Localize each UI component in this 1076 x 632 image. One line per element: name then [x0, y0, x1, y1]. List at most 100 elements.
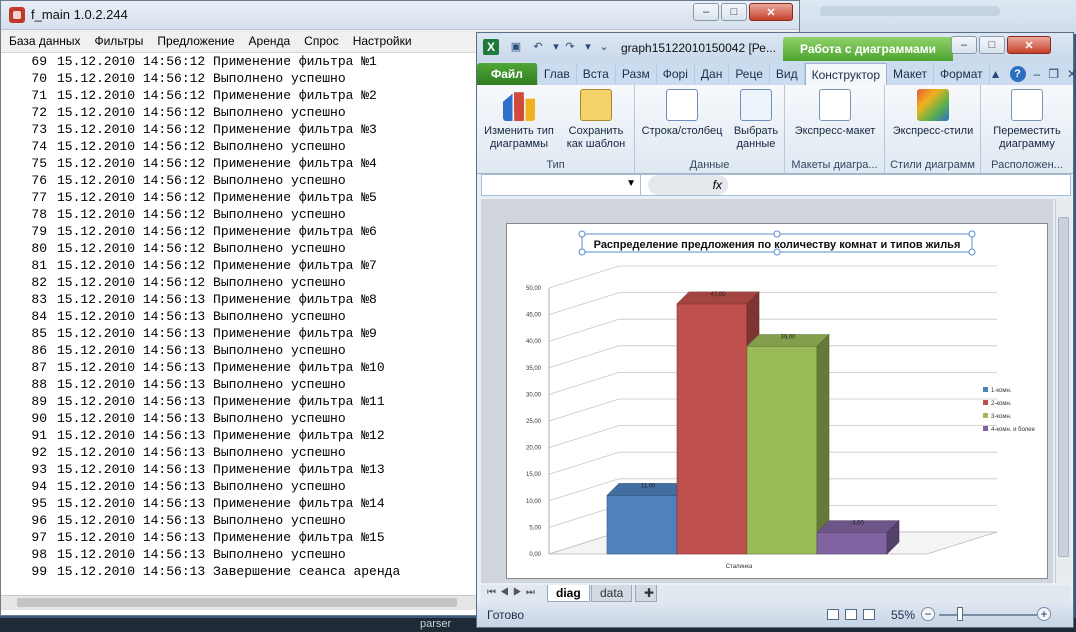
scrollbar-thumb[interactable]	[17, 598, 457, 607]
customize-qat-icon[interactable]: ⌄	[597, 40, 611, 54]
group-chart-layouts: Экспресс-макет Макеты диагра...	[785, 85, 885, 173]
tab-insert[interactable]: Вста	[577, 63, 616, 85]
side-gridline	[548, 318, 620, 342]
log-row: 98 15.12.2010 14:56:13 Выполнено успешно	[7, 546, 477, 563]
chart-area[interactable]: Распределение предложения по количеству …	[506, 223, 1048, 579]
tab-formulas[interactable]: Форі	[657, 63, 695, 85]
name-box-dropdown-icon[interactable]: ▼	[626, 178, 636, 189]
menu-filters[interactable]: Фильтры	[94, 34, 143, 48]
excel-window: X ▣ ↶ ▾ ↷ ▾ ⌄ graph15122010150042 [Ре...…	[476, 32, 1076, 628]
log-row: 70 15.12.2010 14:56:12 Выполнено успешно	[7, 70, 477, 87]
excel-title-bar[interactable]: X ▣ ↶ ▾ ↷ ▾ ⌄ graph15122010150042 [Ре...…	[477, 33, 1073, 61]
log-row: 71 15.12.2010 14:56:12 Применение фильтра…	[7, 87, 477, 104]
y-tick-label: 40,00	[526, 339, 542, 345]
y-tick-label: 35,00	[526, 366, 542, 372]
fx-icon[interactable]: fx	[648, 175, 728, 195]
switch-row-column-button[interactable]: Строка/столбец	[639, 89, 725, 138]
log-line-text: 15.12.2010 14:56:12 Выполнено успешно	[57, 241, 346, 256]
undo-dropdown-icon[interactable]: ▾	[549, 40, 563, 54]
save-as-template-button[interactable]: Сохранить как шаблон	[561, 89, 631, 151]
tab-format[interactable]: Формат	[934, 63, 990, 85]
chart-svg[interactable]: Распределение предложения по количеству …	[507, 224, 1047, 578]
insert-sheet-icon[interactable]: ✚	[635, 585, 657, 602]
doc-close-icon[interactable]: ✕	[1067, 67, 1076, 81]
tab-view[interactable]: Вид	[770, 63, 805, 85]
worksheet-area[interactable]: Распределение предложения по количеству …	[481, 199, 1053, 583]
tab-page-layout[interactable]: Разм	[616, 63, 657, 85]
log-row: 77 15.12.2010 14:56:12 Применение фильтра…	[7, 189, 477, 206]
title-selection-handle	[578, 248, 586, 256]
log-line-number: 81	[31, 258, 47, 273]
vertical-scrollbar-thumb[interactable]	[1058, 217, 1069, 557]
collapse-ribbon-icon[interactable]: ▲	[990, 67, 1002, 81]
log-row: 81 15.12.2010 14:56:12 Применение фильтра…	[7, 257, 477, 274]
select-data-button[interactable]: Выбрать данные	[729, 89, 783, 151]
horizontal-scrollbar[interactable]	[1, 595, 479, 610]
sheet-tab-data[interactable]: data	[591, 585, 633, 602]
y-tick-label: 25,00	[526, 419, 542, 425]
select-data-icon	[740, 89, 772, 121]
excel-close-button[interactable]: ✕	[1007, 36, 1051, 54]
excel-icon[interactable]: X	[483, 39, 499, 55]
doc-minimize-icon[interactable]: –	[1034, 67, 1041, 81]
page-layout-view-icon[interactable]	[845, 609, 857, 620]
undo-icon[interactable]: ↶	[531, 40, 545, 54]
taskbar-label[interactable]: parser	[420, 618, 451, 630]
sheet-tab-diag[interactable]: diag	[547, 585, 590, 602]
save-icon[interactable]: ▣	[509, 40, 523, 54]
excel-minimize-button[interactable]: –	[951, 36, 977, 54]
quick-styles-button[interactable]: Экспресс-стили	[889, 89, 977, 138]
zoom-slider-knob[interactable]	[957, 607, 963, 621]
zoom-level[interactable]: 55%	[891, 608, 915, 622]
maximize-button[interactable]: □	[721, 3, 747, 21]
bar-2	[676, 303, 748, 555]
log-line-text: 15.12.2010 14:56:13 Применение фильтра №…	[57, 462, 385, 477]
tab-file[interactable]: Файл	[477, 63, 538, 85]
redo-icon[interactable]: ↷	[563, 40, 577, 54]
zoom-in-icon[interactable]: +	[1037, 607, 1051, 621]
log-line-number: 78	[31, 207, 47, 222]
menu-demand[interactable]: Спрос	[304, 34, 339, 48]
group-data-label: Данные	[689, 159, 730, 171]
minimize-button[interactable]: –	[693, 3, 719, 21]
log-line-number: 91	[31, 428, 47, 443]
sheet-nav-arrows-icon[interactable]: ⏮◀▶⏭	[487, 587, 539, 598]
log-list[interactable]: 69 15.12.2010 14:56:12 Применение фильтра…	[7, 53, 477, 580]
excel-maximize-button[interactable]: □	[979, 36, 1005, 54]
legend-swatch	[983, 426, 988, 431]
tab-layout[interactable]: Макет	[887, 63, 934, 85]
log-line-number: 95	[31, 496, 47, 511]
tab-data[interactable]: Дан	[695, 63, 730, 85]
log-line-number: 85	[31, 326, 47, 341]
title-bar[interactable]: f_main 1.0.2.244 – □ ✕	[1, 1, 799, 30]
page-break-view-icon[interactable]	[863, 609, 875, 620]
zoom-slider[interactable]	[939, 614, 1037, 616]
normal-view-icon[interactable]	[827, 609, 839, 620]
zoom-out-icon[interactable]: −	[921, 607, 935, 621]
log-line-text: 15.12.2010 14:56:13 Выполнено успешно	[57, 445, 346, 460]
move-chart-button[interactable]: Переместить диаграмму	[983, 89, 1071, 151]
status-bar: Готово 55% − +	[477, 603, 1073, 627]
tab-review[interactable]: Реце	[729, 63, 770, 85]
close-button[interactable]: ✕	[749, 3, 793, 21]
menu-settings[interactable]: Настройки	[353, 34, 412, 48]
group-type: Изменить тип диаграммы Сохранить как шаб…	[477, 85, 635, 173]
menu-rent[interactable]: Аренда	[249, 34, 291, 48]
menu-offer[interactable]: Предложение	[157, 34, 234, 48]
log-line-text: 15.12.2010 14:56:12 Применение фильтра №…	[57, 54, 377, 69]
log-line-text: 15.12.2010 14:56:13 Применение фильтра №…	[57, 292, 377, 307]
group-location-label: Расположен...	[991, 159, 1063, 171]
help-icon[interactable]: ?	[1009, 66, 1026, 82]
name-box[interactable]: ▼	[482, 175, 641, 195]
change-chart-type-button[interactable]: Изменить тип диаграммы	[481, 89, 557, 151]
doc-restore-icon[interactable]: ❐	[1048, 67, 1059, 81]
menu-database[interactable]: База данных	[9, 34, 80, 48]
group-styles-label: Стили диаграмм	[890, 159, 975, 171]
log-line-text: 15.12.2010 14:56:13 Применение фильтра №…	[57, 496, 385, 511]
redo-dropdown-icon[interactable]: ▾	[581, 40, 595, 54]
y-tick-label: 10,00	[526, 499, 542, 505]
tab-home[interactable]: Глав	[538, 63, 577, 85]
quick-layout-button[interactable]: Экспресс-макет	[789, 89, 881, 138]
vertical-scrollbar[interactable]	[1055, 199, 1072, 583]
tab-design[interactable]: Конструктор	[804, 63, 888, 85]
